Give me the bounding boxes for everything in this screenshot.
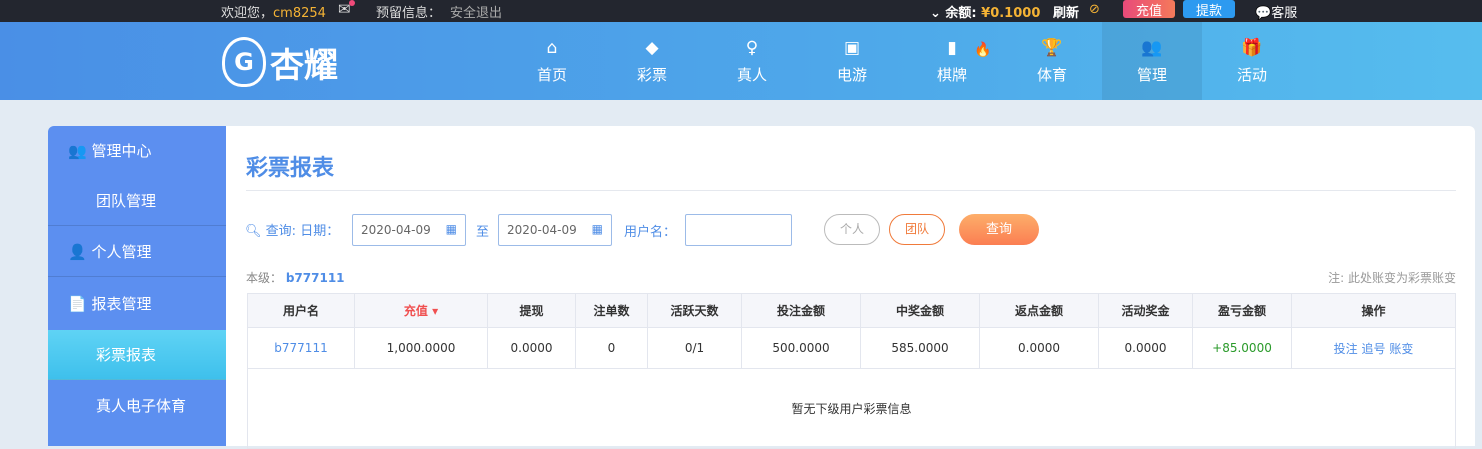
user-icon: 👤 xyxy=(68,243,87,261)
nav-slots[interactable]: ▣ 电游 xyxy=(802,22,902,100)
table-header: 用户名 充值 ▾ 提现 注单数 活跃天数 投注金额 中奖金额 返点金额 活动奖金… xyxy=(247,293,1456,328)
nav-sports[interactable]: 🏆 体育 xyxy=(1002,22,1102,100)
document-icon: 📄 xyxy=(68,295,87,313)
sidebar-item-live-sports[interactable]: 真人电子体育 xyxy=(48,381,226,431)
query-button[interactable]: 查询 xyxy=(959,214,1039,245)
profit-value: +85.0000 xyxy=(1192,327,1292,369)
row-actions: 投注 追号 账变 xyxy=(1291,327,1456,369)
users-icon: 👥 xyxy=(68,142,87,160)
report-table: 用户名 充值 ▾ 提现 注单数 活跃天数 投注金额 中奖金额 返点金额 活动奖金… xyxy=(247,293,1456,449)
withdraw-button[interactable]: 提款 xyxy=(1183,0,1235,19)
users-icon: 👥 xyxy=(1141,38,1163,58)
to-label: 至 xyxy=(476,225,490,240)
logo-crest-icon: G xyxy=(222,37,266,87)
welcome-text: 欢迎您，cm8254 xyxy=(221,6,326,21)
sidebar-item-management-center[interactable]: 👥 管理中心 xyxy=(48,126,226,176)
sidebar-item-team[interactable]: 团队管理 xyxy=(48,176,226,226)
gift-icon: 🎁 xyxy=(1241,38,1263,58)
slot-machine-icon: ▣ xyxy=(843,38,861,58)
top-bar: 欢迎您，cm8254 ✉ 预留信息： 安全退出 ⌄ 余额: ¥0.1000 刷新… xyxy=(0,0,1482,22)
logout-link[interactable]: 安全退出 xyxy=(450,2,502,21)
search-icon: 🔍︎ xyxy=(245,224,262,239)
username: cm8254 xyxy=(273,6,326,21)
sidebar-item-lottery-report[interactable]: 彩票报表 xyxy=(48,330,226,380)
nav-chess[interactable]: ▮ 棋牌 🔥 xyxy=(902,22,1002,100)
username-label: 用户名： xyxy=(624,225,677,240)
row-username[interactable]: b777111 xyxy=(247,327,355,369)
level-label: 本级： b777111 xyxy=(246,271,345,285)
home-icon: ⌂ xyxy=(546,38,558,58)
nav-promotions[interactable]: 🎁 活动 xyxy=(1202,22,1302,100)
divider xyxy=(246,190,1456,191)
balance: ⌄ 余额: ¥0.1000 xyxy=(930,6,1041,21)
ticket-icon: ◆ xyxy=(645,38,659,58)
team-button[interactable]: 团队 xyxy=(889,214,945,245)
nav-lottery[interactable]: ◆ 彩票 xyxy=(602,22,702,100)
nav-home[interactable]: ⌂ 首页 xyxy=(502,22,602,100)
trophy-icon: 🏆 xyxy=(1041,38,1063,58)
calendar-icon[interactable]: ▦ xyxy=(446,222,457,236)
mail-icon[interactable]: ✉ xyxy=(338,0,355,18)
transactions-link[interactable]: 账变 xyxy=(1389,342,1413,356)
personal-button[interactable]: 个人 xyxy=(824,214,880,245)
customer-service[interactable]: 💬客服 xyxy=(1255,2,1297,21)
sidebar: 👥 管理中心 团队管理 👤 个人管理 📄 报表管理 彩票报表 真人电子体育 xyxy=(48,126,226,446)
hide-balance-icon[interactable]: ⊘ xyxy=(1089,2,1100,17)
hot-flame-icon: 🔥 xyxy=(974,42,992,58)
nav-live[interactable]: ♀ 真人 xyxy=(702,22,802,100)
main-nav: G 杏耀 ⌂ 首页 ◆ 彩票 ♀ 真人 ▣ 电游 ▮ 棋牌 🔥 🏆 体育 👥 管理 🎁 活动 xyxy=(0,22,1482,100)
bets-link[interactable]: 投注 xyxy=(1334,342,1358,356)
empty-row: 暂无下级用户彩票信息 xyxy=(247,368,1456,449)
note-text: 注: 此处账变为彩票账变 xyxy=(1328,271,1456,285)
sort-down-icon: ▾ xyxy=(432,304,439,318)
table-row: b777111 1,000.0000 0.0000 0 0/1 500.0000… xyxy=(247,327,1456,369)
chase-link[interactable]: 追号 xyxy=(1361,342,1385,356)
date-from-input[interactable]: 2020-04-09 ▦ xyxy=(352,214,466,246)
level-user: b777111 xyxy=(285,271,345,285)
query-label: 🔍︎ 查询: 日期： xyxy=(245,224,340,239)
refresh-button[interactable]: 刷新 xyxy=(1053,2,1079,21)
sort-deposit[interactable]: 充值 ▾ xyxy=(354,293,488,328)
nav-manage[interactable]: 👥 管理 xyxy=(1102,22,1202,100)
username-input[interactable] xyxy=(685,214,792,246)
page-title: 彩票报表 xyxy=(246,156,335,181)
sidebar-item-personal[interactable]: 👤 个人管理 xyxy=(48,227,226,277)
sidebar-item-reports[interactable]: 📄 报表管理 xyxy=(48,279,226,329)
reserved-info: 预留信息： xyxy=(376,6,442,21)
logo[interactable]: G 杏耀 xyxy=(222,30,372,94)
date-to-input[interactable]: 2020-04-09 ▦ xyxy=(498,214,612,246)
dealer-icon: ♀ xyxy=(745,38,759,58)
deposit-button[interactable]: 充值 xyxy=(1123,0,1175,19)
report-panel: 彩票报表 🔍︎ 查询: 日期： 2020-04-09 ▦ 至 2020-04-09… xyxy=(226,126,1475,449)
calendar-icon[interactable]: ▦ xyxy=(592,222,603,236)
